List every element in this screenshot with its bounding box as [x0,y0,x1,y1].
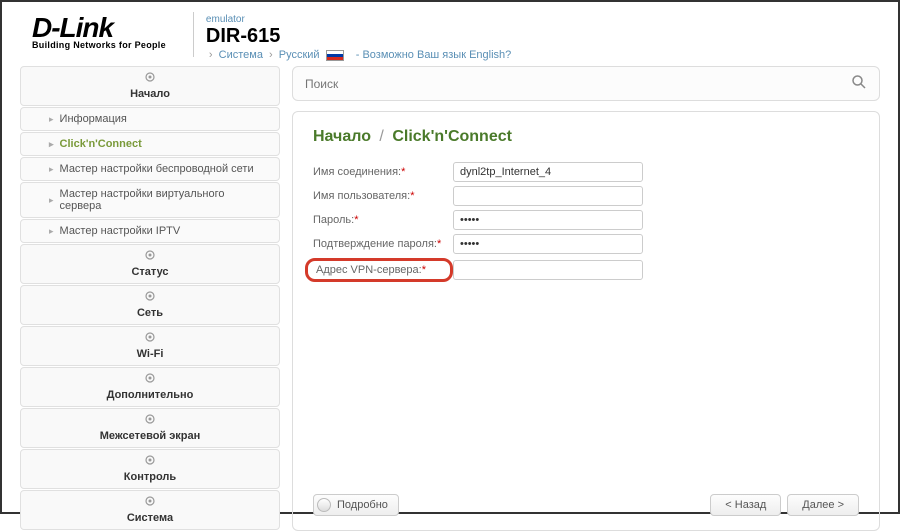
vpn-server-input[interactable] [453,260,643,280]
chevron-right-icon: › [209,49,213,61]
password-input[interactable] [453,210,643,230]
chevron-right-icon: › [269,49,273,61]
sidebar-item-label: Wi-Fi [137,348,164,360]
conn-name-input[interactable] [453,162,643,182]
username-input[interactable] [453,186,643,206]
content-panel: Начало / Click'n'Connect Имя соединения:… [292,111,880,531]
sidebar-item-control[interactable]: Контроль [20,449,280,489]
logo: D-Link Building Networks for People [32,12,166,50]
username-label: Имя пользователя:* [313,190,453,202]
gear-icon [145,72,155,82]
sidebar-item-wireless[interactable]: ▸ Мастер настройки беспроводной сети [20,157,280,181]
sidebar-item-vserver[interactable]: ▸ Мастер настройки виртуального сервера [20,182,280,218]
language-link[interactable]: Русский [279,49,320,61]
chevron-right-icon: ▸ [49,226,54,237]
chevron-right-icon: ▸ [49,139,54,150]
search-bar[interactable] [292,66,880,101]
details-label: Подробно [337,499,388,511]
sidebar-item-label: Click'n'Connect [60,138,142,150]
gear-icon [145,250,155,260]
sidebar-item-label: Сеть [137,307,163,319]
gear-icon [145,291,155,301]
sidebar-item-info[interactable]: ▸ Информация [20,107,280,131]
divider [193,12,194,57]
chevron-right-icon: ▸ [49,195,54,206]
breadcrumb-root: Начало [313,128,371,145]
conn-name-label: Имя соединения:* [313,166,453,178]
sidebar-item-advanced[interactable]: Дополнительно [20,367,280,407]
sidebar-item-label: Статус [131,266,168,278]
sidebar-item-iptv[interactable]: ▸ Мастер настройки IPTV [20,219,280,243]
gear-icon [145,414,155,424]
model-label: DIR-615 [206,25,511,47]
gear-icon [145,496,155,506]
sidebar-item-label: Контроль [124,471,176,483]
sidebar-item-system[interactable]: Система [20,490,280,530]
form-footer: Подробно < Назад Далее > [313,474,859,516]
sidebar-item-label: Мастер настройки виртуального сервера [60,188,269,212]
back-button[interactable]: < Назад [710,494,781,516]
sidebar-item-label: Межсетевой экран [100,430,201,442]
toggle-knob-icon [317,498,331,512]
sidebar-item-status[interactable]: Статус [20,244,280,284]
emulator-label: emulator [206,14,511,25]
sidebar: Начало ▸ Информация ▸ Click'n'Connect ▸ Мас… [20,66,280,531]
sidebar-item-label: Мастер настройки беспроводной сети [60,163,254,175]
vpn-server-label: Адрес VPN-сервера:* [305,258,453,282]
details-toggle-button[interactable]: Подробно [313,494,399,516]
language-suggestion[interactable]: - Возможно Ваш язык English? [356,49,512,61]
breadcrumb-separator: / [379,128,383,145]
breadcrumb-page: Click'n'Connect [392,128,512,145]
sidebar-item-label: Дополнительно [107,389,194,401]
password-confirm-label: Подтверждение пароля:* [313,238,453,250]
main-content: Начало / Click'n'Connect Имя соединения:… [292,66,880,531]
sidebar-item-start[interactable]: Начало [20,66,280,106]
header-info: emulator DIR-615 › Система › Русский - В… [206,12,511,61]
search-input[interactable] [305,77,851,91]
header: D-Link Building Networks for People emul… [2,2,898,66]
password-confirm-input[interactable] [453,234,643,254]
sidebar-item-firewall[interactable]: Межсетевой экран [20,408,280,448]
flag-russia-icon [326,50,344,61]
gear-icon [145,455,155,465]
sidebar-item-network[interactable]: Сеть [20,285,280,325]
sidebar-item-clicknconnect[interactable]: ▸ Click'n'Connect [20,132,280,156]
logo-tagline: Building Networks for People [32,40,166,50]
gear-icon [145,373,155,383]
search-icon[interactable] [851,74,867,93]
sidebar-item-label: Начало [130,88,170,100]
sidebar-item-wifi[interactable]: Wi-Fi [20,326,280,366]
chevron-right-icon: ▸ [49,164,54,175]
next-button[interactable]: Далее > [787,494,859,516]
password-label: Пароль:* [313,214,453,226]
gear-icon [145,332,155,342]
page-breadcrumb: Начало / Click'n'Connect [313,128,859,146]
sidebar-item-label: Информация [60,113,127,125]
sidebar-item-label: Мастер настройки IPTV [60,225,181,237]
header-breadcrumb: › Система › Русский - Возможно Ваш язык … [206,49,511,61]
system-link[interactable]: Система [219,49,263,61]
chevron-right-icon: ▸ [49,114,54,125]
